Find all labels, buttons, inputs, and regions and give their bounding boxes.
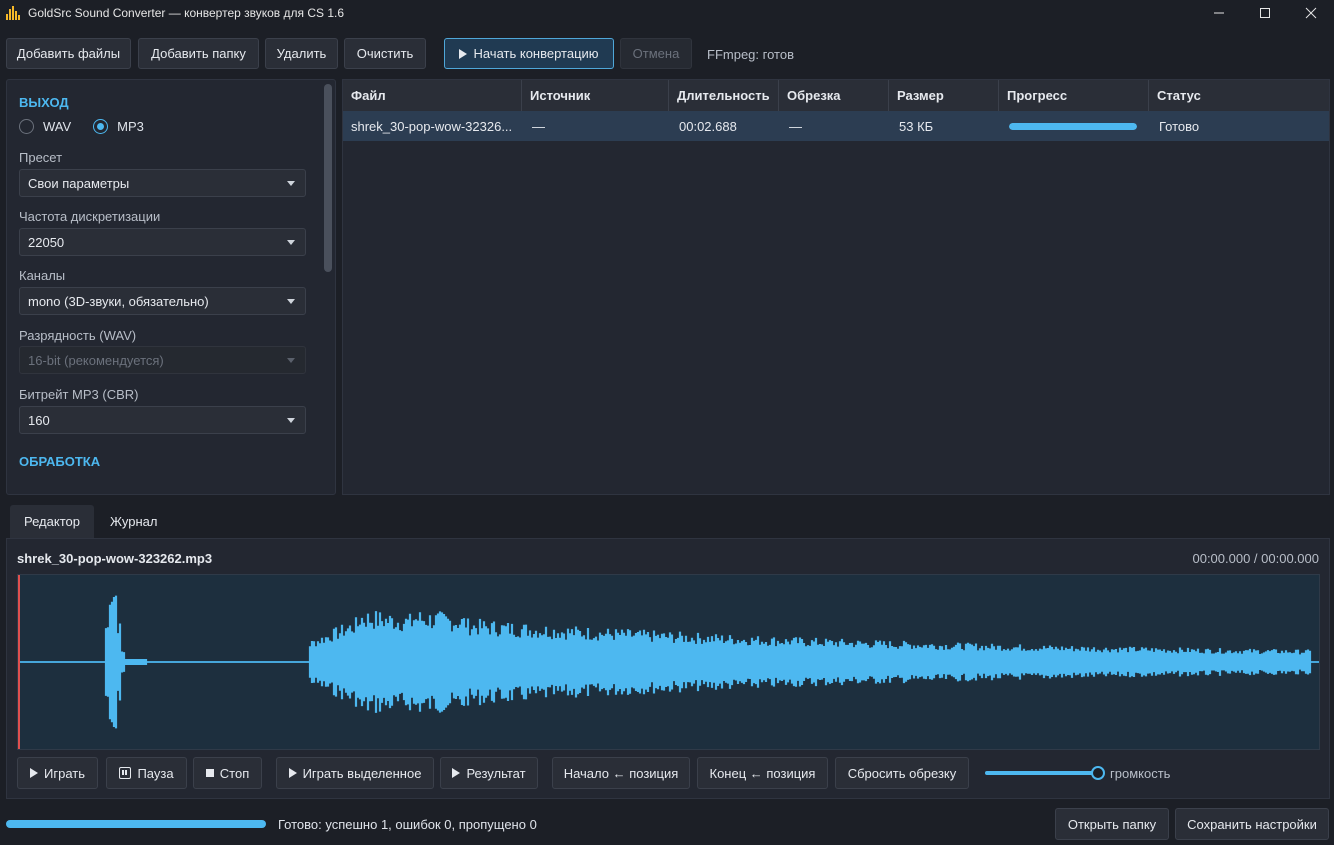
tab-editor[interactable]: Редактор [10,505,94,538]
cell-source: — [532,118,545,134]
ffmpeg-status: FFmpeg: готов [707,47,794,62]
cell-size: 53 КБ [899,118,934,134]
table-row[interactable]: shrek_30-pop-wow-32326... — 00:02.688 — … [343,111,1329,141]
cell-status: Готово [1159,118,1200,134]
column-header-progress[interactable]: Прогресс [999,80,1149,111]
wav-radio-label: WAV [43,119,72,134]
play-icon [288,768,297,778]
pause-label: Пауза [137,765,174,781]
title-bar: GoldSrc Sound Converter — конвертер звук… [0,0,1334,26]
chevron-down-icon [287,240,295,245]
bit-depth-label: Разрядность (WAV) [19,328,137,343]
cancel-button[interactable]: Отмена [620,38,692,69]
chevron-down-icon [287,181,295,186]
waveform-graphic [18,595,1319,729]
sample-rate-select[interactable]: 22050 [19,228,306,256]
time-readout: 00:00.000 / 00:00.000 [1192,551,1319,566]
column-header-duration[interactable]: Длительность [669,80,779,111]
set-start-button[interactable]: Начало ← позиция [552,757,690,789]
play-selection-button[interactable]: Играть выделенное [276,757,434,789]
volume-slider-track[interactable] [985,771,1095,775]
channels-label: Каналы [19,268,66,283]
table-header: Файл Источник Длительность Обрезка Разме… [343,80,1329,111]
pause-icon [119,767,132,779]
sample-rate-label: Частота дискретизации [19,209,161,224]
column-header-trim[interactable]: Обрезка [779,80,889,111]
bit-depth-value: 16-bit (рекомендуется) [28,352,164,368]
play-icon [459,48,468,59]
maximize-icon [1260,8,1270,18]
result-label: Результат [466,765,526,781]
bitrate-value: 160 [28,412,50,428]
cell-progress [999,111,1149,141]
add-folder-button[interactable]: Добавить папку [138,38,259,69]
chevron-down-icon [287,418,295,423]
column-header-size[interactable]: Размер [889,80,999,111]
settings-panel: ВЫХОД WAV MP3 Пресет Свои параметры Част… [6,79,336,495]
stop-label: Стоп [219,765,250,781]
minimize-icon [1214,12,1224,14]
mp3-radio-label: MP3 [117,119,144,134]
window-title: GoldSrc Sound Converter — конвертер звук… [28,6,345,20]
file-table: Файл Источник Длительность Обрезка Разме… [342,79,1330,495]
add-files-button[interactable]: Добавить файлы [6,38,131,69]
set-end-button[interactable]: Конец ← позиция [697,757,828,789]
save-settings-button[interactable]: Сохранить настройки [1175,808,1329,840]
delete-button[interactable]: Удалить [265,38,338,69]
cell-trim: — [789,118,802,134]
play-label: Играть [44,765,85,781]
channels-value: mono (3D-звуки, обязательно) [28,293,209,309]
format-radio-group: WAV MP3 [19,119,166,134]
status-text: Готово: успешно 1, ошибок 0, пропущено 0 [278,817,537,832]
row-progress-bar [1009,122,1137,130]
playhead[interactable] [18,575,20,749]
reset-trim-button[interactable]: Сбросить обрезку [835,757,969,789]
preset-label: Пресет [19,150,63,165]
row-progress-fill [1009,122,1137,130]
stop-button[interactable]: Стоп [193,757,262,789]
volume-label: громкость [1110,766,1171,781]
column-header-status[interactable]: Статус [1149,80,1329,111]
bitrate-label: Битрейт MP3 (CBR) [19,387,139,402]
output-section-title: ВЫХОД [19,95,69,110]
wav-radio[interactable] [19,119,34,134]
start-conversion-button[interactable]: Начать конвертацию [444,38,614,69]
cell-file: shrek_30-pop-wow-32326... [351,118,513,134]
overall-progress-fill [6,820,266,828]
column-header-source[interactable]: Источник [522,80,669,111]
mp3-radio[interactable] [93,119,109,134]
app-logo-icon [6,6,22,20]
preset-select[interactable]: Свои параметры [19,169,306,197]
channels-select[interactable]: mono (3D-звуки, обязательно) [19,287,306,315]
chevron-down-icon [287,358,295,363]
settings-scrollbar[interactable] [324,84,332,272]
clear-button[interactable]: Очистить [344,38,426,69]
waveform-view[interactable] [17,574,1320,750]
close-button[interactable] [1288,0,1334,26]
sample-rate-value: 22050 [28,234,65,250]
open-folder-button[interactable]: Открыть папку [1055,808,1169,840]
editor-file-name: shrek_30-pop-wow-323262.mp3 [17,551,213,566]
overall-progress-bar [6,820,266,828]
volume-slider-handle[interactable] [1091,766,1105,780]
processing-section-title: ОБРАБОТКА [19,454,101,469]
preset-value: Свои параметры [28,175,130,191]
close-icon [1305,7,1317,19]
bit-depth-select[interactable]: 16-bit (рекомендуется) [19,346,306,374]
chevron-down-icon [287,299,295,304]
column-header-file[interactable]: Файл [343,80,522,111]
play-icon [30,768,38,778]
start-conversion-label: Начать конвертацию [473,46,599,61]
stop-icon [205,769,214,777]
maximize-button[interactable] [1242,0,1288,26]
bitrate-select[interactable]: 160 [19,406,306,434]
play-icon [452,768,461,778]
cell-duration: 00:02.688 [679,118,737,134]
tab-log[interactable]: Журнал [96,505,171,538]
play-button[interactable]: Играть [17,757,98,789]
result-button[interactable]: Результат [440,757,538,789]
minimize-button[interactable] [1196,0,1242,26]
play-selection-label: Играть выделенное [302,765,422,781]
pause-button[interactable]: Пауза [106,757,187,789]
